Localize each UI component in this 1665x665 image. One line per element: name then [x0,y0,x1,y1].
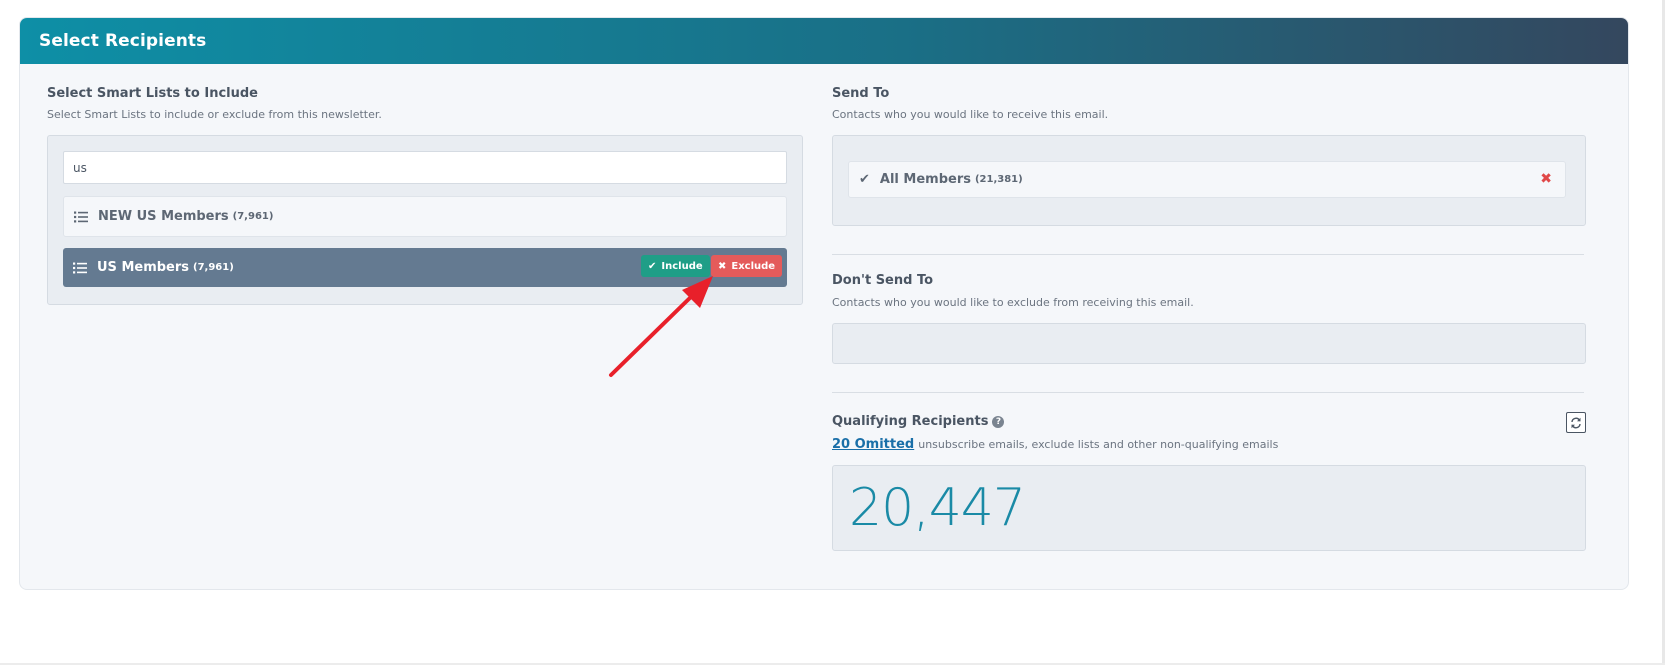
divider [832,254,1584,255]
list-icon [73,262,87,273]
list-item[interactable]: NEW US Members (7,961) [63,196,787,237]
send-to-item-count: (21,381) [974,174,1023,185]
divider [832,392,1584,393]
list-icon [74,211,88,222]
include-section-subtitle: Select Smart Lists to include or exclude… [47,108,382,121]
dont-send-box[interactable] [832,323,1586,364]
omitted-link[interactable]: 20 Omitted [832,437,914,452]
omitted-line: 20 Omitted unsubscribe emails, exclude li… [832,437,1278,452]
qualifying-title: Qualifying Recipients? [832,414,1005,429]
exclude-button[interactable]: ✖ Exclude [711,255,783,277]
check-icon: ✔ [859,172,870,187]
list-item-count: (7,961) [232,211,274,222]
list-item-count: (7,961) [193,262,234,273]
dont-send-subtitle: Contacts who you would like to exclude f… [832,296,1194,309]
include-section-title: Select Smart Lists to Include [47,86,258,101]
panel-header: Select Recipients [20,18,1628,64]
recipient-count: 20,447 [849,478,1026,538]
send-to-item: ✔ All Members (21,381) ✖ [848,161,1566,198]
send-to-item-label: All Members [879,172,971,187]
smart-list-search-input[interactable] [63,151,787,184]
list-item-label: US Members [97,260,190,275]
dont-send-title: Don't Send To [832,273,934,288]
exclude-button-label: Exclude [731,260,776,272]
list-item-label: NEW US Members [98,209,229,224]
refresh-button[interactable] [1566,412,1586,433]
send-to-title: Send To [832,86,890,101]
qualifying-title-text: Qualifying Recipients [832,414,989,429]
question-circle-icon[interactable]: ? [992,416,1005,428]
remove-icon[interactable]: ✖ [1540,171,1552,187]
refresh-icon [1571,417,1581,428]
omitted-text: unsubscribe emails, exclude lists and ot… [918,438,1279,451]
recipient-count-box: 20,447 [832,465,1586,551]
send-to-subtitle: Contacts who you would like to receive t… [832,108,1109,121]
panel-title: Select Recipients [39,31,207,51]
annotation-arrow [609,276,713,377]
